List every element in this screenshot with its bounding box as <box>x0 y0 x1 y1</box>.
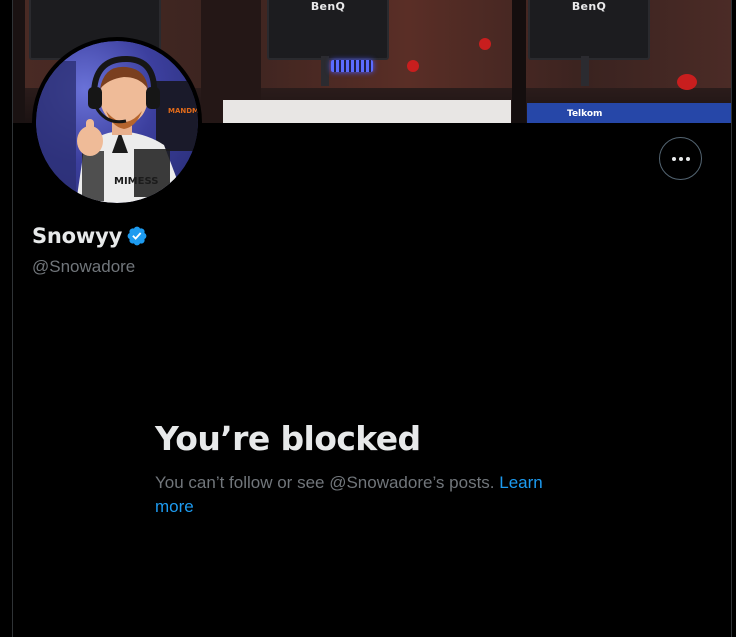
display-name: Snowyy <box>32 224 123 248</box>
avatar-jersey-text: MIMESS <box>114 176 158 187</box>
banner-board <box>223 100 511 123</box>
profile-page: BenQ BenQ Telkom MANDM MIMESS Snowyy @Sn… <box>0 0 736 637</box>
profile-name-row: Snowyy <box>32 224 148 248</box>
profile-handle: @Snowadore <box>32 257 136 276</box>
column-border-right <box>731 0 732 637</box>
blocked-title: You’re blocked <box>155 419 421 458</box>
avatar-illustration: MANDM MIMESS <box>36 55 198 203</box>
banner-prop <box>407 60 419 72</box>
blocked-message-text: You can’t follow or see @Snowadore’s pos… <box>155 473 500 492</box>
monitor-brand-logo: BenQ <box>571 0 607 13</box>
banner-monitor: BenQ <box>528 0 650 60</box>
banner-pillar <box>13 0 25 123</box>
banner-prop <box>479 38 491 50</box>
banner-sponsor-board: Telkom <box>527 103 731 123</box>
banner-monitor-stand <box>321 56 329 86</box>
avatar-brand-text: MANDM <box>168 107 198 115</box>
dot <box>685 156 690 161</box>
banner-keyboard <box>331 60 373 72</box>
column-border-left <box>12 0 13 637</box>
banner-monitor-stand <box>581 56 589 86</box>
banner-pillar <box>512 0 526 123</box>
banner-prop <box>677 74 697 90</box>
sponsor-text: Telkom <box>567 109 603 119</box>
dot <box>678 156 683 161</box>
avatar[interactable]: MANDM MIMESS <box>32 37 202 207</box>
monitor-brand-logo: BenQ <box>310 0 346 13</box>
verified-badge-icon[interactable] <box>126 225 148 247</box>
blocked-message: You can’t follow or see @Snowadore’s pos… <box>155 471 585 519</box>
dot <box>671 156 676 161</box>
more-options-button[interactable] <box>659 137 702 180</box>
avatar-photo: MANDM MIMESS <box>36 41 198 203</box>
banner-monitor: BenQ <box>267 0 389 60</box>
more-horizontal-icon <box>671 156 690 161</box>
